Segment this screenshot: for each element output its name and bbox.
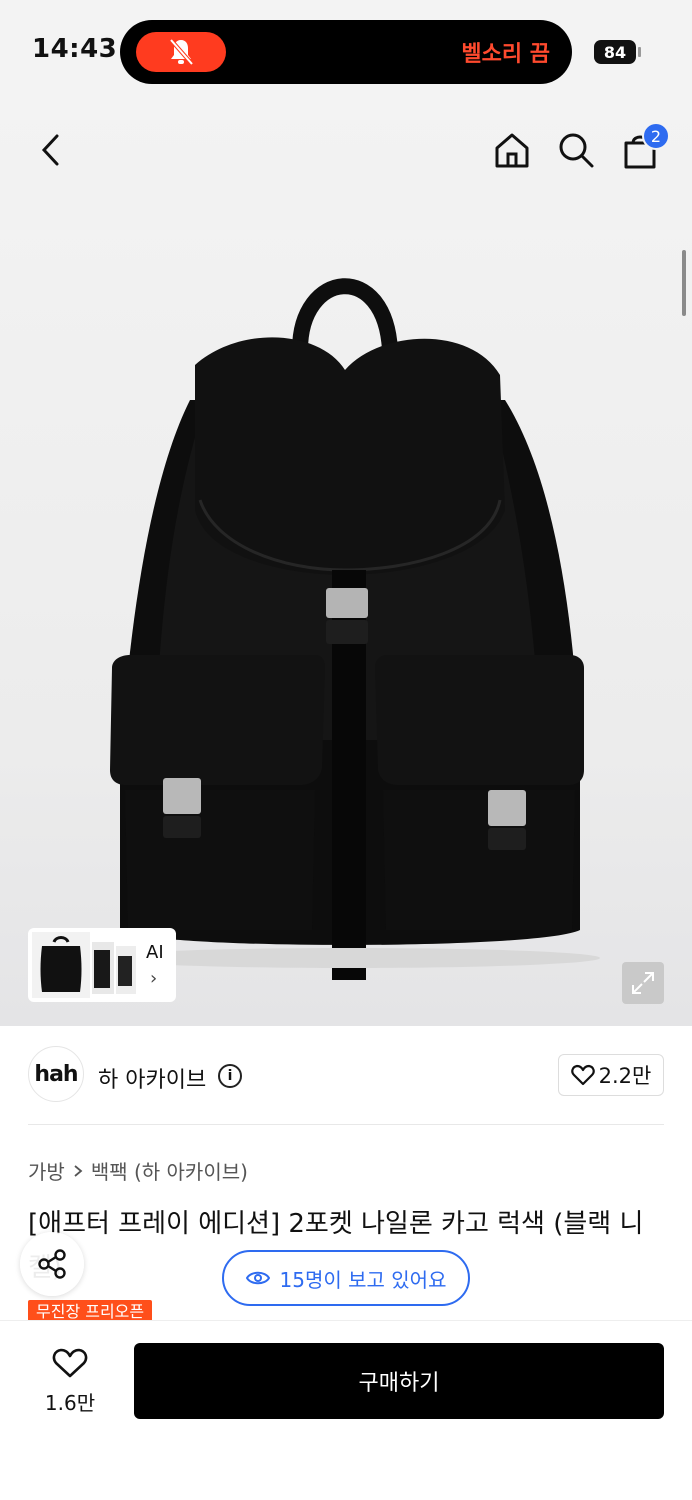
breadcrumb-item-subcategory[interactable]: 백팩 (하 아카이브) bbox=[91, 1156, 248, 1185]
eye-icon bbox=[245, 1271, 270, 1285]
divider bbox=[28, 1124, 664, 1125]
cart-count-badge: 2 bbox=[642, 122, 670, 150]
dynamic-island: 벨소리 끔 bbox=[120, 20, 572, 84]
heart-icon bbox=[570, 1064, 595, 1086]
search-icon bbox=[559, 133, 594, 168]
brand-like-button[interactable]: 2.2만 bbox=[558, 1054, 664, 1096]
top-navigation: 2 bbox=[0, 100, 692, 200]
battery-nub bbox=[638, 47, 641, 57]
ai-similar-thumbnails[interactable]: AI › bbox=[28, 928, 176, 1002]
bottom-action-bar: 1.6만 구매하기 bbox=[0, 1320, 692, 1500]
backpack-image bbox=[100, 278, 600, 980]
viewers-badge: 15명이 보고 있어요 bbox=[222, 1250, 470, 1306]
info-icon[interactable]: i bbox=[218, 1064, 242, 1088]
brand-name[interactable]: 하 아카이브 bbox=[98, 1062, 206, 1094]
ring-mode-label: 벨소리 끔 bbox=[461, 42, 550, 67]
wishlist-count: 1.6만 bbox=[44, 1391, 96, 1415]
share-icon bbox=[38, 1249, 66, 1279]
product-image-gallery[interactable]: AI › bbox=[0, 100, 692, 1026]
wishlist-button[interactable]: 1.6만 bbox=[30, 1347, 110, 1416]
status-bar: 14:43 벨소리 끔 84 bbox=[0, 0, 692, 100]
back-icon bbox=[41, 134, 59, 166]
brand-section: hah 하 아카이브 i 2.2만 bbox=[0, 1026, 692, 1126]
viewers-count-text: 15명이 보고 있어요 bbox=[279, 1267, 447, 1292]
breadcrumb-item-category[interactable]: 가방 bbox=[28, 1156, 65, 1185]
expand-icon bbox=[632, 972, 654, 994]
chevron-right-icon bbox=[74, 1164, 83, 1177]
thumbnail-images bbox=[32, 932, 136, 998]
bell-slash-icon bbox=[169, 38, 194, 66]
ai-label: AI bbox=[146, 942, 164, 963]
back-button[interactable] bbox=[30, 128, 70, 172]
expand-image-button[interactable] bbox=[622, 962, 664, 1004]
share-button[interactable] bbox=[20, 1232, 84, 1296]
battery-indicator: 84 bbox=[594, 40, 636, 64]
home-button[interactable] bbox=[490, 128, 534, 172]
status-time: 14:43 bbox=[32, 34, 118, 64]
scroll-indicator bbox=[682, 250, 686, 316]
brand-like-count: 2.2만 bbox=[598, 1064, 652, 1088]
search-button[interactable] bbox=[554, 128, 598, 172]
breadcrumb: 가방 백팩 (하 아카이브) bbox=[28, 1156, 248, 1185]
buy-button[interactable]: 구매하기 bbox=[134, 1343, 664, 1419]
heart-icon bbox=[52, 1348, 88, 1378]
brand-logo[interactable]: hah bbox=[28, 1046, 84, 1102]
chevron-right-icon: › bbox=[150, 968, 158, 989]
home-icon bbox=[495, 133, 529, 168]
cart-button[interactable]: 2 bbox=[618, 122, 670, 172]
silent-mode-indicator bbox=[136, 32, 226, 72]
